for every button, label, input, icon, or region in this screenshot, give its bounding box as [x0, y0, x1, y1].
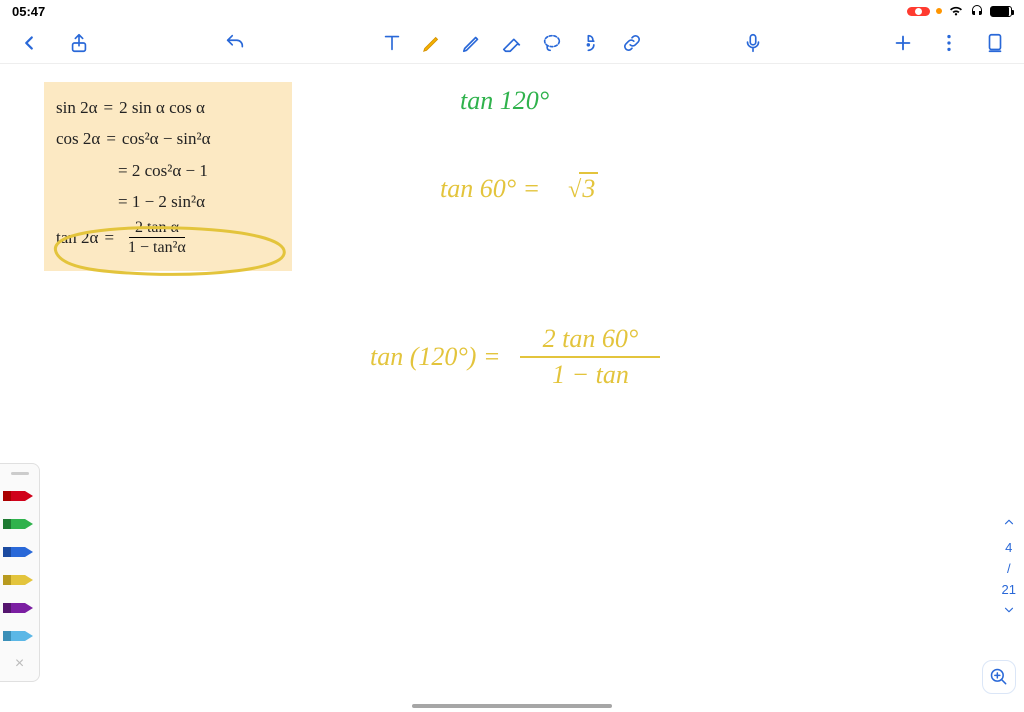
page-up-button[interactable] [1002, 515, 1016, 534]
step-tan120-lhs: tan (120°) = [370, 342, 500, 372]
formula-tan-fraction: 2 tan α 1 − tan²α [122, 218, 192, 257]
share-button[interactable] [66, 30, 92, 56]
note-canvas[interactable]: sin 2α = 2 sin α cos α cos 2α = cos²α − … [0, 64, 1024, 712]
undo-button[interactable] [222, 30, 248, 56]
tray-close-button[interactable]: × [15, 655, 24, 673]
link-tool-button[interactable] [619, 30, 645, 56]
formula-sin-lhs: sin 2α [56, 92, 98, 123]
back-button[interactable] [16, 30, 42, 56]
add-button[interactable] [890, 30, 916, 56]
page-down-button[interactable] [1002, 603, 1016, 622]
formula-card: sin 2α = 2 sin α cos α cos 2α = cos²α − … [44, 82, 292, 271]
page-sep: / [1007, 561, 1011, 576]
battery-icon [990, 6, 1012, 17]
sqrt3-icon: 3 [566, 174, 598, 204]
page-navigator: 4 / 21 [1002, 515, 1016, 622]
headphones-icon [970, 4, 984, 18]
pen-red[interactable] [3, 483, 37, 509]
more-options-button[interactable] [936, 30, 962, 56]
status-time: 05:47 [12, 4, 45, 19]
pages-button[interactable] [982, 30, 1008, 56]
pencil-tool-button[interactable] [419, 30, 445, 56]
pen-yellow[interactable] [3, 567, 37, 593]
formula-sin-rhs: 2 sin α cos α [119, 92, 205, 123]
formula-cos-alt2: = 1 − 2 sin²α [56, 186, 280, 217]
lasso-tool-button[interactable] [539, 30, 565, 56]
microphone-button[interactable] [740, 30, 766, 56]
formula-cos-lhs: cos 2α [56, 123, 100, 154]
pen-green[interactable] [3, 511, 37, 537]
home-indicator-icon [412, 704, 612, 708]
status-bar: 05:47 [0, 0, 1024, 22]
shape-tool-button[interactable] [579, 30, 605, 56]
step-tan120-fraction: 2 tan 60° 1 − tan [520, 324, 660, 390]
zoom-in-button[interactable] [982, 660, 1016, 694]
page-current: 4 [1005, 540, 1012, 555]
tray-handle-icon[interactable] [11, 472, 29, 475]
pen-blue[interactable] [3, 539, 37, 565]
step-tan60-lhs: tan 60° = [440, 174, 540, 203]
step-tan60: tan 60° = 3 [440, 174, 598, 204]
record-dot-icon [915, 8, 922, 15]
formula-cos-rhs: cos²α − sin²α [122, 123, 211, 154]
formula-tan-lhs: tan 2α [56, 222, 98, 253]
pen-lightblue[interactable] [3, 623, 37, 649]
problem-statement: tan 120° [460, 86, 549, 116]
orange-indicator-icon [936, 8, 942, 14]
step-tan120: tan (120°) = 2 tan 60° 1 − tan [370, 324, 660, 390]
wifi-icon [948, 5, 964, 17]
pen-color-tray: × [0, 463, 40, 682]
page-total: 21 [1002, 582, 1016, 597]
step-tan120-den: 1 − tan [546, 358, 635, 390]
formula-cos-alt1: = 2 cos²α − 1 [56, 155, 280, 186]
pen-purple[interactable] [3, 595, 37, 621]
formula-tan-num: 2 tan α [129, 218, 185, 238]
highlighter-tool-button[interactable] [459, 30, 485, 56]
toolbar [0, 22, 1024, 64]
step-tan120-num: 2 tan 60° [537, 324, 645, 356]
text-tool-button[interactable] [379, 30, 405, 56]
recording-pill[interactable] [907, 7, 930, 16]
status-right-cluster [907, 4, 1012, 18]
formula-tan-den: 1 − tan²α [122, 238, 192, 257]
eraser-tool-button[interactable] [499, 30, 525, 56]
